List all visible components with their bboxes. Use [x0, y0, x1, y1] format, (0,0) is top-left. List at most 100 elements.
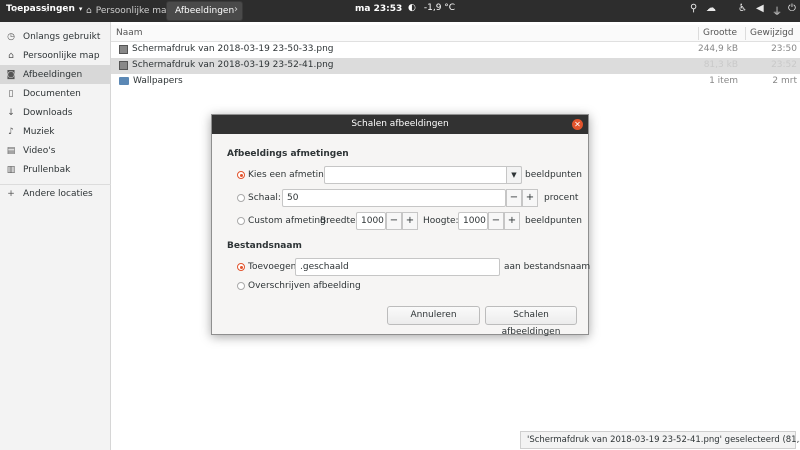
dimensions-heading: Afbeeldings afmetingen [227, 149, 349, 159]
radio-append[interactable] [237, 263, 245, 271]
custom-size-unit: beeldpunten [525, 216, 582, 226]
height-label: Hoogte: [423, 216, 459, 226]
search-icon[interactable]: ⚲ [690, 3, 697, 14]
sidebar-item-other-locations[interactable]: + Andere locaties [0, 184, 111, 203]
file-modified: 23:50 [771, 44, 797, 54]
column-divider [698, 27, 699, 40]
sidebar-item-label: Prullenbak [23, 164, 71, 175]
choose-size-combo[interactable]: ▼ [324, 166, 522, 184]
back-icon[interactable]: ‹ [8, 3, 22, 17]
camera-icon: ◙ [6, 69, 16, 80]
scale-label: Schaal: [248, 193, 281, 203]
sidebar-item-trash[interactable]: ▥ Prullenbak [0, 160, 111, 179]
path-home-button[interactable]: ⌂ Persoonlijke map [78, 0, 180, 22]
weather-icon: ◐ [408, 3, 416, 13]
append-suffix-label: aan bestandsnaam [504, 262, 591, 272]
scale-input[interactable]: 50 [282, 189, 506, 207]
scale-decrement-button[interactable]: − [506, 189, 522, 207]
sidebar-item-videos[interactable]: ▤ Video's [0, 141, 111, 160]
file-modified: 2 mrt [772, 76, 797, 86]
chevron-right-icon[interactable]: › [234, 4, 238, 15]
sidebar-item-label: Onlangs gebruikt [23, 31, 101, 42]
sidebar-item-pictures[interactable]: ◙ Afbeeldingen [0, 65, 111, 84]
sidebar: ◷ Onlangs gebruikt ⌂ Persoonlijke map ◙ … [0, 22, 111, 450]
accessibility-icon[interactable]: ♿ [738, 3, 747, 14]
folder-icon [119, 77, 129, 85]
file-size: 81,3 kB [703, 60, 738, 70]
append-label: Toevoegen [248, 262, 297, 272]
download-icon: ↓ [7, 107, 15, 118]
image-file-icon [119, 60, 128, 70]
choose-size-unit: beeldpunten [525, 170, 582, 180]
home-icon: ⌂ [8, 50, 14, 61]
file-row[interactable]: Schermafdruk van 2018-03-19 23-50-33.png… [111, 42, 800, 58]
scale-images-dialog: Schalen afbeeldingen ✕ Afbeeldings afmet… [211, 114, 591, 337]
cloud-icon[interactable]: ☁ [706, 3, 716, 14]
sidebar-item-label: Muziek [23, 126, 55, 137]
sidebar-item-label: Persoonlijke map [23, 50, 100, 61]
parent-icon[interactable]: ‹ [60, 3, 74, 17]
radio-choose-size[interactable] [237, 171, 245, 179]
sidebar-item-documents[interactable]: ▯ Documenten [0, 84, 111, 103]
network-icon[interactable]: ⏚ [772, 3, 782, 18]
document-icon: ▯ [8, 88, 14, 99]
status-bar: 'Schermafdruk van 2018-03-19 23-52-41.pn… [520, 431, 800, 449]
filename-heading: Bestandsnaam [227, 241, 302, 251]
choose-size-label: Kies een afmeting: [248, 170, 333, 180]
music-icon: ♪ [8, 126, 14, 137]
scale-unit: procent [544, 193, 579, 203]
sidebar-item-label: Afbeeldingen [23, 69, 83, 80]
close-icon[interactable]: ✕ [572, 119, 583, 130]
scale-images-button[interactable]: Schalen afbeeldingen [485, 306, 577, 337]
trash-icon: ▥ [6, 164, 16, 175]
width-decrement-button[interactable]: − [386, 212, 402, 230]
file-size: 244,9 kB [697, 44, 738, 54]
sidebar-item-home[interactable]: ⌂ Persoonlijke map [0, 46, 111, 65]
sidebar-item-music[interactable]: ♪ Muziek [0, 122, 111, 141]
file-name: Wallpapers [133, 76, 183, 86]
clock-icon: ◷ [7, 31, 15, 42]
file-name: Schermafdruk van 2018-03-19 23-50-33.png [132, 44, 334, 54]
width-input[interactable]: 1000 [356, 212, 386, 230]
home-icon: ⌂ [86, 6, 92, 16]
image-file-icon [119, 44, 128, 54]
temperature: -1,9 °C [423, 3, 456, 13]
height-input[interactable]: 1000 [458, 212, 488, 230]
file-name: Schermafdruk van 2018-03-19 23-52-41.png [132, 60, 334, 70]
height-decrement-button[interactable]: − [488, 212, 504, 230]
height-increment-button[interactable]: + [504, 212, 520, 230]
file-row[interactable]: Wallpapers 1 item 2 mrt [111, 74, 800, 90]
weather-indicator[interactable]: ◐ -1,9 °C [408, 3, 455, 13]
file-size: 1 item [709, 76, 738, 86]
sidebar-item-downloads[interactable]: ↓ Downloads [0, 103, 111, 122]
width-increment-button[interactable]: + [402, 212, 418, 230]
custom-size-label: Custom afmeting: [248, 216, 329, 226]
chevron-down-icon[interactable]: ▼ [506, 166, 522, 184]
append-input[interactable]: .geschaald [295, 258, 500, 276]
dialog-title: Schalen afbeeldingen [212, 115, 588, 134]
column-divider [745, 27, 746, 40]
forward-icon[interactable]: › [40, 3, 54, 17]
sidebar-item-recent[interactable]: ◷ Onlangs gebruikt [0, 27, 111, 46]
sidebar-item-label: Andere locaties [23, 188, 93, 199]
radio-overwrite[interactable] [237, 282, 245, 290]
file-list-header: Naam Grootte Gewijzigd [111, 25, 800, 42]
video-icon: ▤ [6, 145, 16, 156]
cancel-button[interactable]: Annuleren [387, 306, 480, 325]
sidebar-item-label: Downloads [23, 107, 73, 118]
power-icon[interactable]: ⏻ [788, 3, 796, 14]
path-current-button[interactable]: Afbeeldingen [166, 1, 244, 21]
path-home-label: Persoonlijke map [95, 6, 173, 16]
clock[interactable]: ma 23:53 [355, 4, 402, 14]
radio-scale[interactable] [237, 194, 245, 202]
scale-increment-button[interactable]: + [522, 189, 538, 207]
column-header-name[interactable]: Naam [116, 28, 143, 38]
sidebar-item-label: Video's [23, 145, 56, 156]
file-row-selected[interactable]: Schermafdruk van 2018-03-19 23-52-41.png… [111, 58, 800, 74]
volume-icon[interactable]: ◀ [756, 3, 764, 14]
sidebar-item-label: Documenten [23, 88, 81, 99]
column-header-modified[interactable]: Gewijzigd [750, 28, 794, 38]
column-header-size[interactable]: Grootte [703, 28, 737, 38]
radio-custom-size[interactable] [237, 217, 245, 225]
width-label: Breedte: [320, 216, 359, 226]
